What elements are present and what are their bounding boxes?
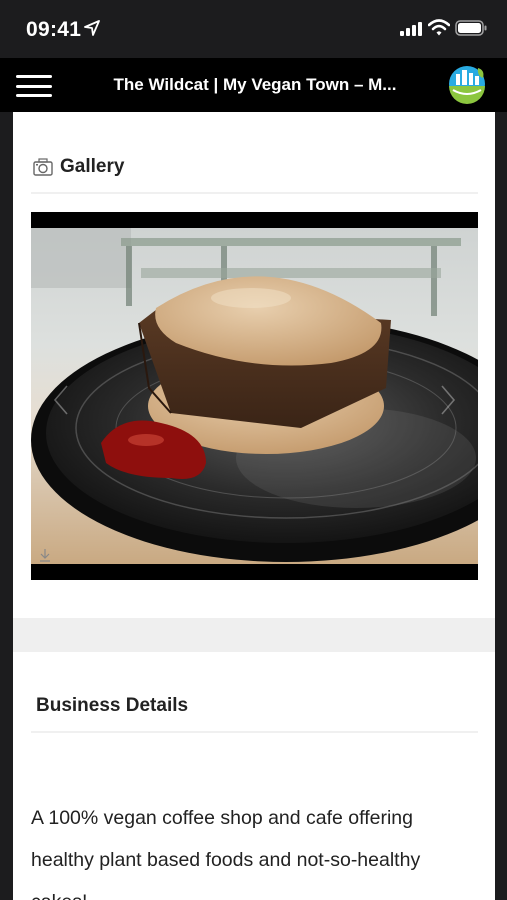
hamburger-menu-icon[interactable] <box>16 75 52 97</box>
cellular-signal-icon <box>400 22 422 36</box>
my-vegan-town-logo[interactable] <box>447 64 487 104</box>
gallery-slider[interactable] <box>31 212 478 580</box>
download-icon[interactable] <box>39 548 51 562</box>
chevron-left-icon[interactable] <box>49 382 73 418</box>
business-description: A 100% vegan coffee shop and cafe offeri… <box>31 807 421 900</box>
battery-icon <box>455 20 487 36</box>
page-title: The Wildcat | My Vegan Town – M... <box>113 75 397 94</box>
section-separator <box>13 618 495 652</box>
status-time: 09:41 <box>26 18 82 41</box>
gallery-title: Gallery <box>60 156 125 177</box>
status-bar: 09:41 <box>0 0 507 58</box>
content-page[interactable]: Gallery Business Details A 100% vegan co… <box>13 112 495 900</box>
chevron-right-icon[interactable] <box>436 382 460 418</box>
location-arrow-icon <box>84 20 100 36</box>
wifi-icon <box>428 19 450 36</box>
business-details-title: Business Details <box>36 695 189 716</box>
camera-icon <box>33 158 53 176</box>
gallery-photo <box>31 228 478 564</box>
business-details-divider <box>31 731 478 733</box>
gallery-divider <box>31 192 478 194</box>
top-navigation-bar: The Wildcat | My Vegan Town – M... <box>0 58 507 112</box>
